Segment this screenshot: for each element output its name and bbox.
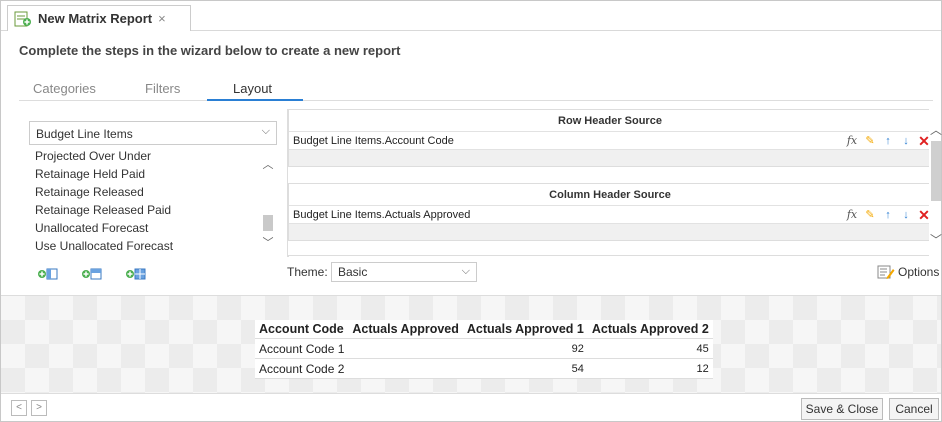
column-header-source: Column Header Source Budget Line Items.A…	[288, 183, 929, 241]
report-preview: Account Code Actuals Approved Actuals Ap…	[1, 295, 941, 393]
save-close-button[interactable]: Save & Close	[801, 398, 883, 420]
chevron-down-icon[interactable]: ﹀	[261, 237, 275, 249]
list-item[interactable]: Retainage Held Paid	[29, 165, 277, 183]
column-header-field[interactable]: Budget Line Items.Actuals Approved fx ✎ …	[289, 206, 929, 224]
column-header: Actuals Approved	[348, 320, 463, 339]
wizard-tabs: Categories Filters Layout	[19, 79, 933, 101]
back-button[interactable]: <	[11, 400, 27, 416]
table-cell	[348, 358, 463, 379]
list-item[interactable]: Use Unallocated Forecast	[29, 237, 277, 255]
row-label: Account Code 1	[255, 338, 349, 359]
source-select[interactable]: Budget Line Items ⌵	[29, 121, 277, 145]
row-header-source: Row Header Source Budget Line Items.Acco…	[288, 109, 929, 167]
list-item[interactable]: Retainage Released Paid	[29, 201, 277, 219]
arrow-up-icon[interactable]: ↑	[881, 208, 895, 222]
close-icon[interactable]: ×	[158, 11, 166, 26]
table-cell: 92	[462, 338, 588, 359]
row-header-dropzone[interactable]	[289, 150, 929, 166]
dialog-footer: < > Save & Close Cancel	[1, 393, 941, 421]
title-bar: New Matrix Report ×	[1, 1, 941, 31]
add-column-icon[interactable]	[81, 267, 103, 281]
tab-categories[interactable]: Categories	[33, 81, 96, 96]
arrow-up-icon[interactable]: ↑	[881, 134, 895, 148]
column-header: Actuals Approved 1	[462, 320, 588, 339]
tab-filters[interactable]: Filters	[145, 81, 180, 96]
add-row-icon[interactable]	[37, 267, 59, 281]
column-tools: fx ✎ ↑ ↓ ✕	[845, 206, 929, 224]
field-list-scrollbar[interactable]: ︿ ﹀	[261, 151, 275, 255]
scroll-thumb[interactable]	[931, 141, 941, 201]
chevron-up-icon[interactable]: ︿	[261, 159, 275, 171]
table-row: Account Code 2 54 12	[255, 358, 713, 379]
delete-icon[interactable]: ✕	[917, 207, 929, 223]
row-header-field[interactable]: Budget Line Items.Account Code fx ✎ ↑ ↓ …	[289, 132, 929, 150]
matrix-report-dialog: New Matrix Report × Complete the steps i…	[0, 0, 942, 422]
table-header-row: Account Code Actuals Approved Actuals Ap…	[255, 320, 713, 339]
report-tab[interactable]: New Matrix Report ×	[7, 5, 191, 31]
table-cell: 54	[462, 358, 588, 379]
table-cell: 12	[587, 358, 713, 379]
tab-title: New Matrix Report	[38, 11, 153, 26]
source-select-value: Budget Line Items	[36, 127, 133, 141]
tab-layout[interactable]: Layout	[233, 81, 272, 96]
column-header-title: Column Header Source	[289, 184, 929, 206]
pencil-icon[interactable]: ✎	[863, 134, 877, 148]
theme-label: Theme:	[287, 265, 328, 279]
table-cell	[348, 338, 463, 359]
table-row: Account Code 1 92 45	[255, 338, 713, 359]
theme-value: Basic	[338, 265, 368, 279]
next-button[interactable]: >	[31, 400, 47, 416]
column-header-dropzone[interactable]	[289, 224, 929, 240]
field-list: Projected Over Under Retainage Held Paid…	[29, 147, 277, 261]
row-header-value: Budget Line Items.Account Code	[293, 135, 454, 147]
preview-table: Account Code Actuals Approved Actuals Ap…	[255, 320, 713, 379]
scroll-thumb[interactable]	[263, 215, 273, 231]
active-tab-indicator	[207, 99, 303, 101]
row-tools: fx ✎ ↑ ↓ ✕	[845, 132, 929, 150]
pencil-icon[interactable]: ✎	[863, 208, 877, 222]
add-field-buttons	[37, 267, 147, 281]
theme-select[interactable]: Basic ⌵	[331, 262, 477, 282]
options-button[interactable]: Options	[877, 265, 939, 279]
chevron-down-icon: ⌵	[261, 125, 270, 137]
layout-sources-panel: Row Header Source Budget Line Items.Acco…	[287, 109, 929, 257]
list-item[interactable]: Projected Over Under	[29, 147, 277, 165]
cancel-button[interactable]: Cancel	[889, 398, 939, 420]
report-add-icon	[14, 11, 31, 26]
formula-icon[interactable]: fx	[845, 134, 859, 148]
list-item[interactable]: Unallocated Forecast	[29, 219, 277, 237]
row-header-title: Row Header Source	[289, 110, 929, 132]
chevron-up-icon[interactable]: ︿	[929, 121, 942, 138]
options-icon	[877, 265, 895, 279]
add-data-icon[interactable]	[125, 267, 147, 281]
wizard-instructions: Complete the steps in the wizard below t…	[19, 43, 401, 58]
column-header: Actuals Approved 2	[587, 320, 713, 339]
table-cell: 45	[587, 338, 713, 359]
sources-scrollbar[interactable]: ︿ ﹀	[929, 113, 942, 253]
options-label: Options	[898, 265, 940, 279]
column-header: Account Code	[255, 320, 349, 339]
formula-icon[interactable]: fx	[845, 208, 859, 222]
chevron-down-icon[interactable]: ﹀	[929, 231, 942, 248]
chevron-down-icon: ⌵	[461, 265, 470, 277]
arrow-down-icon[interactable]: ↓	[899, 208, 913, 222]
tabulation-source-partial	[288, 255, 929, 257]
list-item[interactable]: Retainage Released	[29, 183, 277, 201]
row-label: Account Code 2	[255, 358, 349, 379]
column-header-value: Budget Line Items.Actuals Approved	[293, 209, 471, 221]
delete-icon[interactable]: ✕	[917, 133, 929, 149]
arrow-down-icon[interactable]: ↓	[899, 134, 913, 148]
